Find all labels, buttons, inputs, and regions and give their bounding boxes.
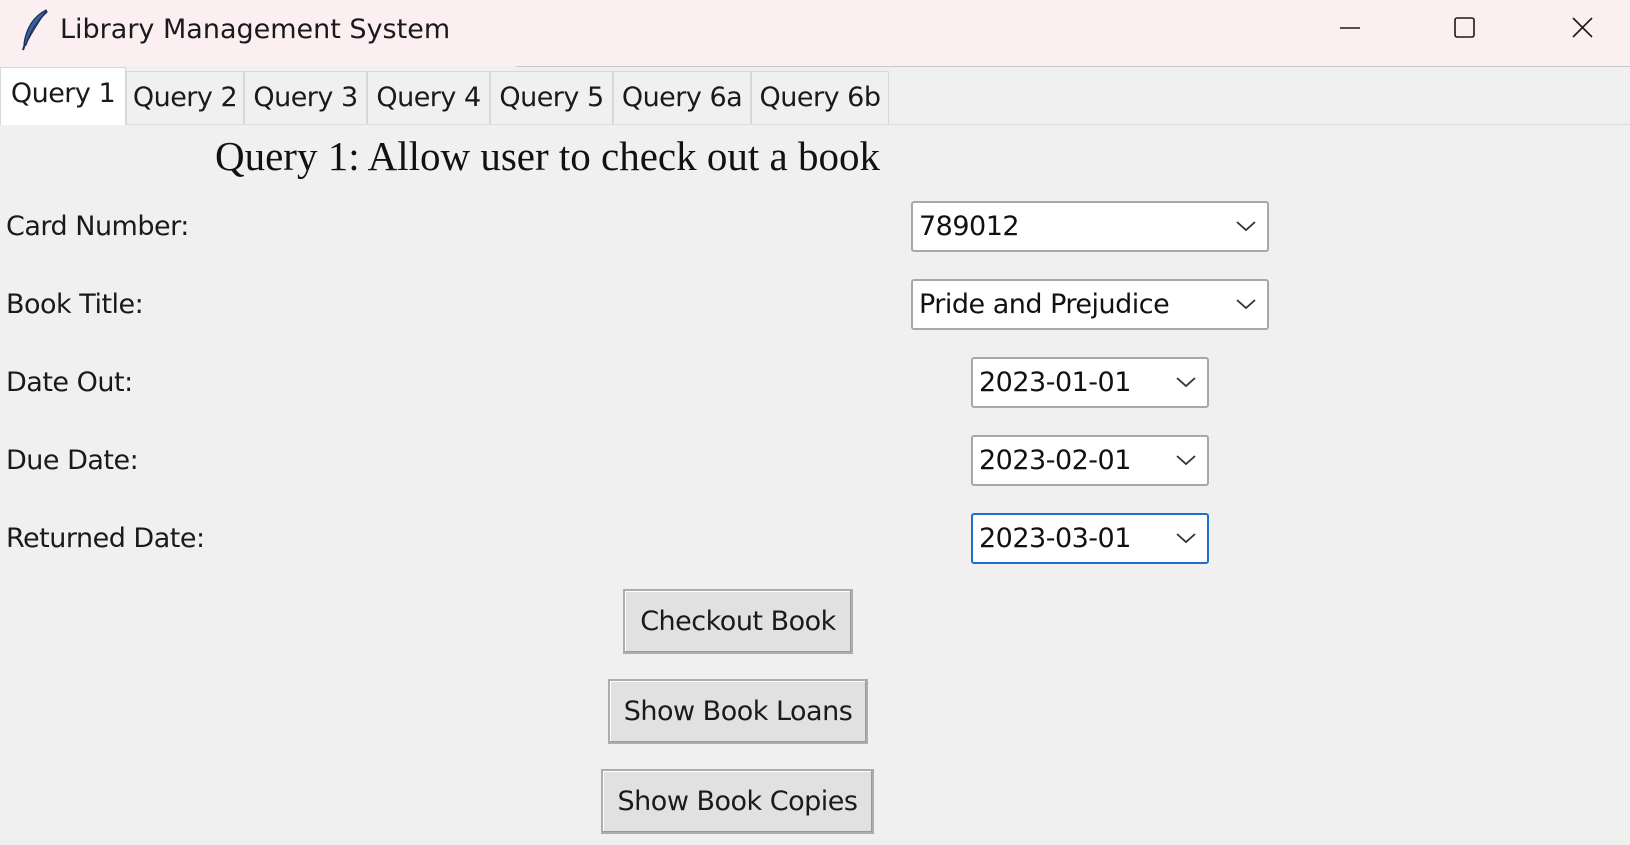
feather-icon (22, 9, 48, 51)
date-out-combobox[interactable]: 2023-01-01 (971, 357, 1209, 408)
card-number-combobox[interactable]: 789012 (911, 201, 1269, 252)
show-book-loans-button[interactable]: Show Book Loans (608, 679, 868, 744)
returned-date-label: Returned Date: (6, 523, 205, 554)
minimize-button[interactable] (1292, 0, 1408, 58)
returned-date-value: 2023-03-01 (979, 523, 1131, 554)
minimize-icon (1340, 27, 1360, 29)
book-title-combobox[interactable]: Pride and Prejudice (911, 279, 1269, 330)
tab-query-5[interactable]: Query 5 (490, 71, 613, 124)
chevron-down-icon[interactable] (1175, 453, 1197, 467)
tab-query-4[interactable]: Query 4 (367, 71, 490, 124)
tab-query-3[interactable]: Query 3 (244, 71, 367, 124)
tab-query-2[interactable]: Query 2 (126, 71, 244, 124)
chevron-down-icon[interactable] (1175, 531, 1197, 545)
tab-strip-divider (126, 124, 1630, 125)
tab-query-1[interactable]: Query 1 (0, 67, 126, 125)
close-icon (1572, 17, 1593, 38)
chevron-down-icon[interactable] (1235, 297, 1257, 311)
tab-query-6a[interactable]: Query 6a (613, 71, 751, 124)
page-title: Query 1: Allow user to check out a book (215, 133, 880, 179)
card-number-value: 789012 (919, 211, 1020, 242)
date-out-value: 2023-01-01 (979, 367, 1131, 398)
due-date-combobox[interactable]: 2023-02-01 (971, 435, 1209, 486)
checkout-book-button[interactable]: Checkout Book (623, 589, 853, 654)
card-number-label: Card Number: (6, 211, 189, 242)
title-bar: Library Management System (0, 0, 1630, 66)
chevron-down-icon[interactable] (1235, 219, 1257, 233)
close-button[interactable] (1524, 0, 1630, 58)
maximize-icon (1454, 17, 1475, 38)
book-title-value: Pride and Prejudice (919, 289, 1170, 320)
maximize-button[interactable] (1408, 0, 1524, 58)
due-date-value: 2023-02-01 (979, 445, 1131, 476)
tab-strip: Query 1 Query 2 Query 3 Query 4 Query 5 … (0, 67, 1630, 125)
date-out-label: Date Out: (6, 367, 133, 398)
chevron-down-icon[interactable] (1175, 375, 1197, 389)
show-book-copies-button[interactable]: Show Book Copies (601, 769, 874, 834)
window-title: Library Management System (60, 14, 451, 45)
due-date-label: Due Date: (6, 445, 139, 476)
tab-query-6b[interactable]: Query 6b (751, 71, 889, 124)
book-title-label: Book Title: (6, 289, 144, 320)
returned-date-combobox[interactable]: 2023-03-01 (971, 513, 1209, 564)
